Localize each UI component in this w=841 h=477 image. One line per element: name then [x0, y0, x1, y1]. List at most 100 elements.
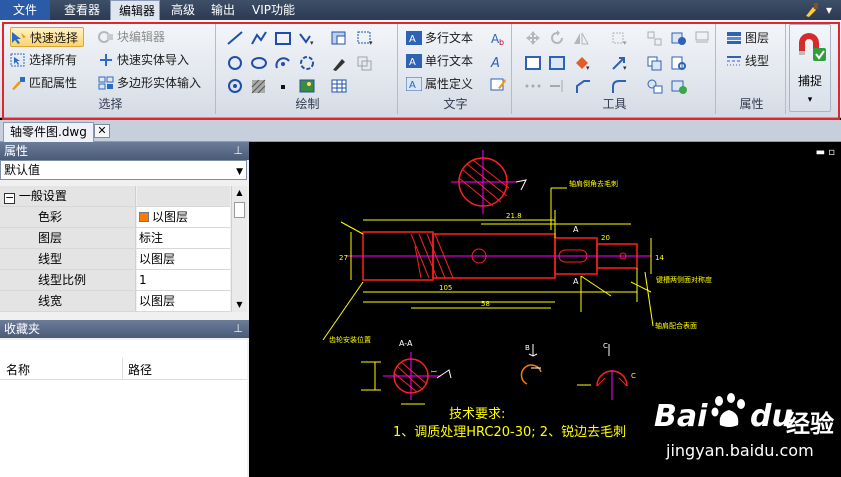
- column-path-header[interactable]: 路径: [128, 361, 152, 378]
- property-value[interactable]: 以图层: [137, 291, 230, 311]
- property-value[interactable]: 以图层: [137, 207, 230, 227]
- text-pen-icon[interactable]: [490, 76, 508, 92]
- explode-icon[interactable]: [694, 30, 712, 46]
- table-icon[interactable]: [330, 78, 348, 94]
- document-tab[interactable]: 轴零件图.dwg: [3, 122, 94, 142]
- svg-text:▾: ▾: [586, 64, 590, 71]
- brush-icon[interactable]: [803, 2, 819, 18]
- select-all-label: 选择所有: [29, 53, 78, 67]
- property-row-ltscale[interactable]: 线型比例 1: [0, 270, 230, 291]
- hatch-icon[interactable]: [330, 30, 348, 46]
- menu-dropdown-icon[interactable]: ▾: [822, 0, 836, 20]
- property-value[interactable]: 标注: [137, 228, 230, 248]
- color-swatch-icon: [139, 212, 149, 222]
- watermark-brand-cn: 经验: [786, 410, 834, 438]
- attdef-button[interactable]: A 属性定义: [406, 74, 473, 94]
- frame-icon[interactable]: [548, 55, 566, 71]
- pin-icon[interactable]: ⊥: [233, 320, 243, 338]
- close-tab-icon[interactable]: ✕: [94, 124, 110, 138]
- stext-button[interactable]: A 单行文本: [406, 51, 473, 71]
- ribbon-group-props: 图层 线型 属性: [718, 22, 786, 114]
- text-style-icon[interactable]: Ab: [490, 30, 508, 46]
- menu-vip[interactable]: VIP功能: [244, 0, 303, 20]
- tech-requirements: 1、调质处理HRC20-30; 2、锐边去毛刺: [393, 425, 626, 440]
- offset-icon[interactable]: ▾: [610, 30, 628, 46]
- callout-2: 键槽两侧面对称度: [656, 275, 712, 284]
- window-icon[interactable]: [524, 55, 542, 71]
- menu-advanced[interactable]: 高级: [163, 0, 203, 20]
- menu-viewer[interactable]: 查看器: [56, 0, 108, 20]
- region-icon[interactable]: ▾: [356, 30, 374, 46]
- layer-icon: [727, 32, 741, 44]
- properties-selector-value: 默认值: [4, 163, 41, 177]
- select-all-button[interactable]: 选择所有: [10, 50, 77, 70]
- snap-button[interactable]: 捕捉 ▾: [789, 24, 831, 112]
- property-row-linetype[interactable]: 线型 以图层: [0, 249, 230, 270]
- group-title-props: 属性: [739, 97, 764, 111]
- copy-stack-icon[interactable]: [356, 55, 374, 71]
- block-insert-icon[interactable]: [670, 30, 688, 46]
- menu-editor[interactable]: 编辑器: [110, 0, 160, 20]
- callout-4: 齿轮安装位置: [329, 335, 371, 344]
- scroll-down-icon[interactable]: ▼: [232, 298, 247, 312]
- copy-icon[interactable]: [646, 55, 664, 71]
- menu-output[interactable]: 输出: [203, 0, 243, 20]
- donut-icon[interactable]: [226, 78, 244, 94]
- quick-select-button[interactable]: 快速选择: [10, 27, 85, 47]
- scale-icon[interactable]: ▾: [610, 55, 628, 71]
- spline-icon[interactable]: ▾: [298, 30, 316, 46]
- svg-text:▾: ▾: [623, 39, 627, 46]
- property-value[interactable]: 1: [137, 270, 230, 290]
- pattern-icon[interactable]: [250, 78, 268, 94]
- linetype-button[interactable]: 线型: [726, 51, 769, 71]
- line-icon[interactable]: [226, 30, 244, 46]
- layer-label: 图层: [745, 31, 770, 45]
- point-icon[interactable]: [274, 78, 292, 94]
- property-row-layer[interactable]: 图层 标注: [0, 228, 230, 249]
- mtext-button[interactable]: A 多行文本: [406, 28, 473, 48]
- column-name-header[interactable]: 名称: [6, 361, 30, 378]
- property-row-color[interactable]: 色彩 以图层: [0, 207, 230, 228]
- scroll-thumb[interactable]: [234, 202, 245, 218]
- mirror-icon[interactable]: [572, 30, 590, 46]
- menu-file[interactable]: 文件: [0, 0, 50, 20]
- svg-text:A: A: [573, 225, 579, 234]
- text-edit-icon[interactable]: A: [490, 53, 508, 69]
- image-insert-icon[interactable]: [298, 78, 316, 94]
- block-editor-button[interactable]: 块编辑器: [98, 27, 165, 47]
- layer-button[interactable]: 图层: [726, 28, 769, 48]
- trim-icon[interactable]: [548, 78, 566, 94]
- ellipse-icon[interactable]: [250, 55, 268, 71]
- rotate-icon[interactable]: [548, 30, 566, 46]
- move-icon[interactable]: [524, 30, 542, 46]
- property-section-row[interactable]: − 一般设置: [0, 186, 230, 207]
- pin-icon[interactable]: ⊥: [233, 142, 243, 160]
- collapse-icon[interactable]: −: [4, 192, 15, 204]
- find-icon[interactable]: [670, 55, 688, 71]
- properties-selector[interactable]: 默认值 ▼: [0, 160, 247, 180]
- ellipse-arc-icon[interactable]: [298, 55, 316, 71]
- quick-entity-import-button[interactable]: 快速实体导入: [98, 50, 189, 70]
- polygon-entity-input-button[interactable]: 多边形实体输入: [98, 73, 201, 93]
- block-green-icon[interactable]: [670, 78, 688, 94]
- circle-icon[interactable]: [226, 55, 244, 71]
- rectangle-icon[interactable]: [274, 30, 292, 46]
- polyline-icon[interactable]: [250, 30, 268, 46]
- fill-icon[interactable]: ▾: [574, 55, 592, 71]
- scroll-up-icon[interactable]: ▲: [232, 186, 247, 200]
- properties-scrollbar[interactable]: ▲ ▼: [231, 186, 247, 312]
- dots-icon[interactable]: [524, 78, 542, 94]
- baidu-watermark: Bai du 经验 jingyan.baidu.com: [646, 379, 841, 474]
- arc-icon[interactable]: [274, 55, 292, 71]
- chamfer-icon[interactable]: [574, 78, 592, 94]
- section-value: [137, 186, 230, 206]
- svg-text:b: b: [499, 38, 504, 46]
- property-value[interactable]: 以图层: [137, 249, 230, 269]
- match-props-button[interactable]: 匹配属性: [10, 73, 77, 93]
- group-icon[interactable]: [646, 78, 664, 94]
- pen-icon[interactable]: [330, 55, 348, 71]
- drawing-canvas[interactable]: ▬ ▫ 21.8 105 58 27 14 20 轴肩倒角去毛刺 键槽两侧面对称…: [251, 142, 841, 477]
- array-icon[interactable]: [646, 30, 664, 46]
- property-row-lineweight[interactable]: 线宽 以图层: [0, 291, 230, 312]
- fillet-icon[interactable]: [610, 78, 628, 94]
